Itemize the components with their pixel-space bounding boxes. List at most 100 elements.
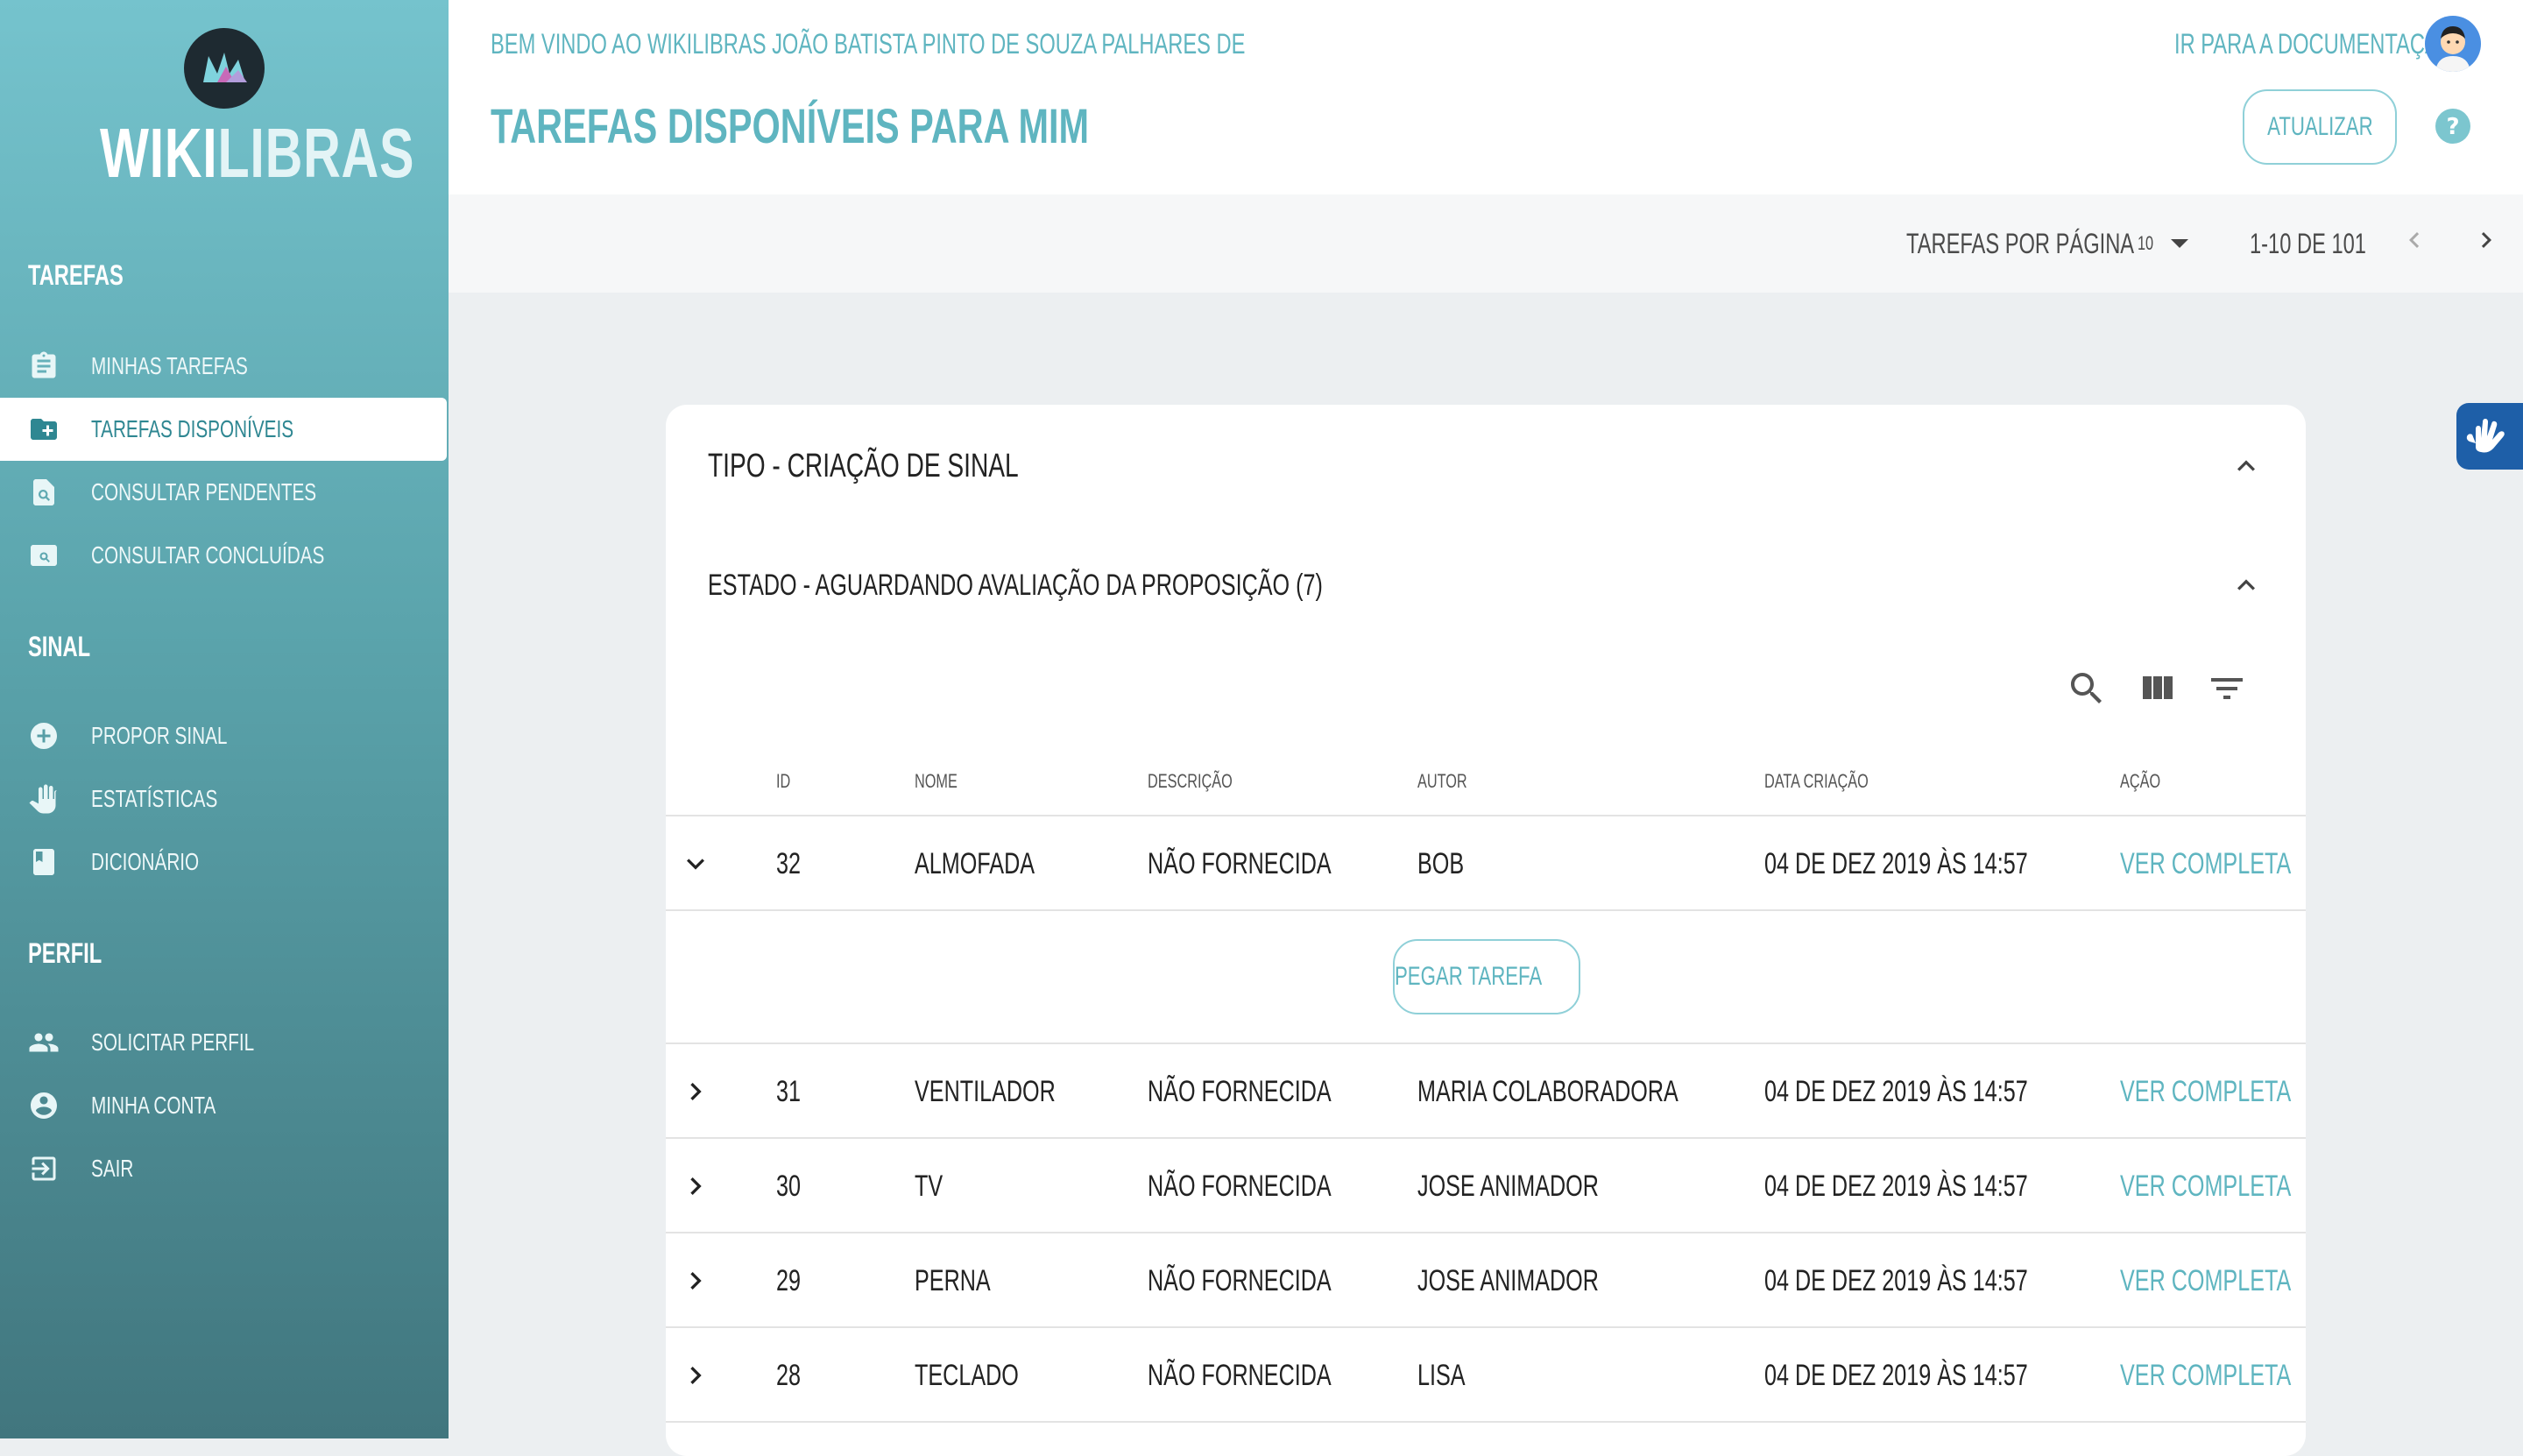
folder-plus-icon	[31, 419, 57, 440]
view-full-link[interactable]: VER COMPLETA	[2120, 1358, 2306, 1393]
page-title: TAREFAS DISPONÍVEIS PARA MIM	[491, 98, 1090, 153]
cell-id: 28	[776, 1359, 801, 1392]
next-page-icon[interactable]	[2470, 224, 2502, 256]
cell-description: NÃO FORNECIDA	[1148, 1170, 1332, 1203]
sidebar-item-tarefas-disponiveis[interactable]: TAREFAS DISPONÍVEIS	[0, 398, 447, 461]
sidebar-item-label: SOLICITAR PERFIL	[91, 1028, 255, 1056]
cell-date: 04 DE DEZ 2019 ÀS 14:57	[1764, 847, 2028, 880]
chevron-down-icon	[2171, 239, 2188, 248]
sidebar-item-minha-conta[interactable]: MINHA CONTA	[0, 1074, 447, 1137]
cell-author: BOB	[1417, 847, 1465, 880]
account-circle-icon	[31, 1092, 57, 1119]
view-columns-icon[interactable]	[2136, 668, 2178, 710]
sign-language-hands-icon	[2466, 419, 2505, 453]
column-header-data-criacao[interactable]: DATA CRIAÇÃO	[1764, 764, 1905, 799]
table-row	[666, 1421, 2306, 1456]
sidebar-item-solicitar-perfil[interactable]: SOLICITAR PERFIL	[0, 1011, 447, 1074]
cell-description: NÃO FORNECIDA	[1148, 1359, 1332, 1392]
cell-author: JOSE ANIMADOR	[1417, 1264, 1599, 1297]
sidebar-section-tarefas: TAREFAS	[28, 259, 124, 291]
row-expanded-panel: PEGAR TAREFA	[666, 909, 2306, 1043]
cell-name: ALMOFADA	[915, 847, 1035, 880]
filter-list-icon[interactable]	[2206, 668, 2248, 710]
sidebar-item-label: TAREFAS DISPONÍVEIS	[91, 415, 294, 442]
help-icon[interactable]: ?	[2435, 109, 2470, 144]
cell-id: 30	[776, 1170, 801, 1203]
sidebar-item-consultar-concluidas[interactable]: CONSULTAR CONCLUÍDAS	[0, 524, 447, 587]
cell-name: PERNA	[915, 1264, 991, 1297]
sidebar: WIKILIBRAS TAREFAS MINHAS TAREFAS TAREFA…	[0, 0, 449, 1438]
sidebar-item-label: ESTATÍSTICAS	[91, 785, 218, 812]
sidebar-item-propor-sinal[interactable]: PROPOR SINAL	[0, 704, 447, 767]
sidebar-item-minhas-tarefas[interactable]: MINHAS TAREFAS	[0, 335, 447, 398]
sidebar-item-label: MINHA CONTA	[91, 1092, 216, 1119]
cell-date: 04 DE DEZ 2019 ÀS 14:57	[1764, 1264, 2028, 1297]
per-page-select[interactable]: 10	[2138, 228, 2194, 259]
chevron-up-icon[interactable]	[2229, 568, 2264, 603]
table-row: 30 TV NÃO FORNECIDA JOSE ANIMADOR 04 DE …	[666, 1137, 2306, 1232]
chevron-right-icon[interactable]	[678, 1074, 713, 1109]
prev-page-icon[interactable]	[2399, 224, 2430, 256]
cell-date: 04 DE DEZ 2019 ÀS 14:57	[1764, 1075, 2028, 1108]
image-search-icon	[31, 545, 57, 566]
search-document-icon	[33, 479, 54, 505]
column-header-nome[interactable]: NOME	[915, 764, 972, 799]
view-full-link[interactable]: VER COMPLETA	[2120, 1169, 2306, 1204]
sidebar-item-estatisticas[interactable]: ESTATÍSTICAS	[0, 767, 447, 830]
sidebar-item-label: MINHAS TAREFAS	[91, 352, 248, 379]
column-header-descricao[interactable]: DESCRIÇÃO	[1148, 764, 1262, 799]
people-icon	[29, 1033, 59, 1052]
cell-name: TV	[915, 1170, 943, 1203]
cell-description: NÃO FORNECIDA	[1148, 847, 1332, 880]
sidebar-item-label: CONSULTAR CONCLUÍDAS	[91, 541, 325, 569]
book-icon	[33, 849, 54, 875]
clipboard-icon	[32, 351, 56, 378]
sidebar-item-sair[interactable]: SAIR	[0, 1137, 447, 1200]
cell-id: 32	[776, 847, 801, 880]
take-task-button[interactable]: PEGAR TAREFA	[1393, 939, 1580, 1014]
chevron-down-icon[interactable]	[678, 846, 713, 881]
column-header-acao: AÇÃO	[2120, 770, 2161, 792]
chevron-up-icon[interactable]	[2229, 449, 2264, 484]
type-group-title[interactable]: TIPO - CRIAÇÃO DE SINAL	[708, 445, 1127, 487]
cell-id: 29	[776, 1264, 801, 1297]
table-row: 31 VENTILADOR NÃO FORNECIDA MARIA COLABO…	[666, 1043, 2306, 1137]
hand-icon	[29, 784, 57, 814]
refresh-button[interactable]: ATUALIZAR	[2243, 89, 2397, 165]
view-full-link[interactable]: VER COMPLETA	[2120, 1074, 2306, 1109]
pagination-bar: TAREFAS POR PÁGINA 10 1-10 DE 101	[449, 194, 2523, 293]
sidebar-section-sinal: SINAL	[28, 631, 91, 662]
chevron-right-icon[interactable]	[678, 1358, 713, 1393]
cell-date: 04 DE DEZ 2019 ÀS 14:57	[1764, 1359, 2028, 1392]
tasks-card: TIPO - CRIAÇÃO DE SINAL ESTADO - AGUARDA…	[666, 405, 2306, 1456]
table-row: 29 PERNA NÃO FORNECIDA JOSE ANIMADOR 04 …	[666, 1232, 2306, 1326]
view-full-link[interactable]: VER COMPLETA	[2120, 1263, 2306, 1298]
app-logo-icon	[184, 28, 265, 109]
welcome-message: BEM VINDO AO WIKILIBRAS JOÃO BATISTA PIN…	[491, 28, 1246, 60]
cell-date: 04 DE DEZ 2019 ÀS 14:57	[1764, 1170, 2028, 1203]
svg-text:?: ?	[2446, 114, 2459, 140]
cell-id: 31	[776, 1075, 801, 1108]
cell-name: VENTILADOR	[915, 1075, 1056, 1108]
cell-author: JOSE ANIMADOR	[1417, 1170, 1599, 1203]
cell-description: NÃO FORNECIDA	[1148, 1075, 1332, 1108]
sign-language-widget[interactable]	[2456, 403, 2523, 470]
column-header-id[interactable]: ID	[776, 764, 795, 799]
sidebar-item-label: DICIONÁRIO	[91, 848, 200, 875]
table-row: 32 ALMOFADA NÃO FORNECIDA BOB 04 DE DEZ …	[666, 815, 2306, 909]
cell-author: MARIA COLABORADORA	[1417, 1075, 1678, 1108]
state-group-title[interactable]: ESTADO - AGUARDANDO AVALIAÇÃO DA PROPOSI…	[708, 564, 1538, 606]
plus-circle-icon	[31, 723, 57, 749]
view-full-link[interactable]: VER COMPLETA	[2120, 846, 2306, 881]
sidebar-item-dicionario[interactable]: DICIONÁRIO	[0, 830, 447, 894]
search-icon[interactable]	[2066, 668, 2108, 710]
user-avatar[interactable]	[2425, 16, 2481, 72]
sidebar-item-label: PROPOR SINAL	[91, 722, 228, 749]
page-header: BEM VINDO AO WIKILIBRAS JOÃO BATISTA PIN…	[449, 0, 2523, 194]
sidebar-item-label: SAIR	[91, 1155, 134, 1182]
chevron-right-icon[interactable]	[678, 1263, 713, 1298]
chevron-right-icon[interactable]	[678, 1169, 713, 1204]
sidebar-item-consultar-pendentes[interactable]: CONSULTAR PENDENTES	[0, 461, 447, 524]
column-header-autor[interactable]: AUTOR	[1417, 764, 1485, 799]
sidebar-section-perfil: PERFIL	[28, 937, 102, 969]
